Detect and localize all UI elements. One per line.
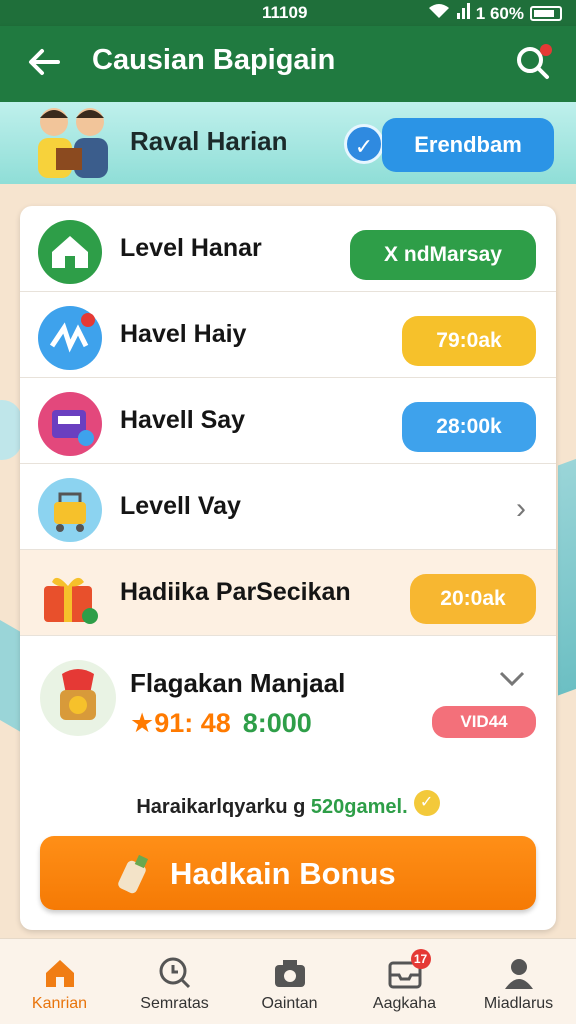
nav-label: Miadlarus — [483, 995, 554, 1012]
info-text-part: 520gamel. — [310, 796, 408, 818]
bonus-button[interactable]: Hadkain Bonus — [40, 836, 536, 910]
chevron-right-icon[interactable]: › — [516, 492, 526, 526]
battery-icon — [530, 6, 562, 21]
home-icon — [40, 953, 80, 993]
score-value: ★91: 48 — [130, 708, 231, 738]
bottom-navigation: Kanrian Semratas Oaintan 17 Aagkaha Miad… — [0, 938, 576, 1024]
notification-dot — [540, 44, 552, 56]
celebration-icon — [38, 306, 102, 370]
list-item[interactable]: Havel Haiy 79:0ak — [20, 292, 556, 378]
camera-icon — [270, 953, 310, 993]
score-value: 8:000 — [242, 708, 312, 738]
nav-item-inbox[interactable]: 17 Aagkaha — [347, 949, 462, 1013]
background-decoration — [0, 400, 22, 460]
status-badge[interactable]: 28:00k — [402, 402, 536, 452]
nav-label: Oaintan — [261, 995, 318, 1012]
wallet-icon — [38, 392, 102, 456]
background-decoration — [558, 454, 576, 696]
kids-illustration — [26, 104, 118, 178]
list-item-label: Hadiika ParSecikan — [120, 578, 351, 606]
nav-label: Kanrian — [31, 995, 88, 1012]
score-text: ★91: 48 8:000 — [130, 708, 312, 739]
list-item-label: Levell Vay — [120, 492, 241, 520]
check-icon: ✓ — [413, 790, 440, 816]
inbox-icon: 17 — [385, 949, 431, 993]
list-item-label: Flagakan Manjaal — [130, 668, 346, 698]
nav-item-camera[interactable]: Oaintan — [232, 949, 347, 1013]
medal-icon — [40, 660, 116, 736]
list-item[interactable]: Level Hanar X ndMarsay — [20, 206, 556, 292]
list-item-label: Havel Haiy — [120, 320, 247, 348]
banner-button[interactable]: Erendbam — [382, 118, 554, 172]
wifi-icon — [428, 3, 450, 24]
clock-search-icon — [155, 953, 195, 993]
back-arrow-icon[interactable] — [24, 42, 64, 82]
chevron-down-icon[interactable] — [498, 668, 526, 694]
list-item[interactable]: Havell Say 28:00k — [20, 378, 556, 464]
shopping-cart-icon — [38, 478, 102, 542]
nav-label: Aagkaha — [372, 995, 437, 1012]
status-badge[interactable]: X ndMarsay — [350, 230, 536, 280]
app-bar: Causian Bapigain — [0, 26, 576, 102]
nav-item-profile[interactable]: Miadlarus — [461, 949, 576, 1013]
status-time: 11109 — [262, 3, 308, 22]
notification-badge: 17 — [410, 949, 431, 969]
profile-icon — [499, 953, 539, 993]
status-bar: 11109 1 60% — [0, 0, 576, 26]
info-text: Haraikarlqyarku g 520gamel. ✓ — [20, 790, 556, 819]
info-text-part: Haraikarlqyarku g — [136, 796, 311, 818]
rewards-card: Level Hanar X ndMarsay Havel Haiy 79:0ak… — [20, 206, 556, 930]
nav-label: Semratas — [140, 995, 209, 1012]
page-title: Causian Bapigain — [92, 44, 336, 76]
status-badge[interactable]: 20:0ak — [410, 574, 536, 624]
check-badge-icon: ✓ — [344, 124, 384, 164]
vip-badge: VID44 — [432, 706, 536, 738]
list-item[interactable]: Levell Vay › — [20, 464, 556, 550]
bonus-button-label: Hadkain Bonus — [170, 856, 396, 891]
nav-item-home[interactable]: Kanrian — [2, 949, 117, 1013]
list-item[interactable]: Flagakan Manjaal ★91: 48 8:000 VID44 — [20, 638, 556, 758]
banner: Raval Harian ✓ Erendbam — [0, 102, 576, 184]
gift-box-icon — [38, 568, 102, 632]
status-badge[interactable]: 79:0ak — [402, 316, 536, 366]
banner-title: Raval Harian — [130, 126, 288, 156]
bottle-icon — [112, 852, 152, 896]
house-icon — [38, 220, 102, 284]
battery-percent: 1 60% — [475, 3, 524, 23]
list-item[interactable]: Hadiika ParSecikan 20:0ak — [20, 550, 556, 636]
nav-item-search[interactable]: Semratas — [117, 949, 232, 1013]
list-item-label: Havell Say — [120, 406, 246, 434]
signal-icon — [456, 3, 470, 24]
list-item-label: Level Hanar — [120, 234, 262, 262]
